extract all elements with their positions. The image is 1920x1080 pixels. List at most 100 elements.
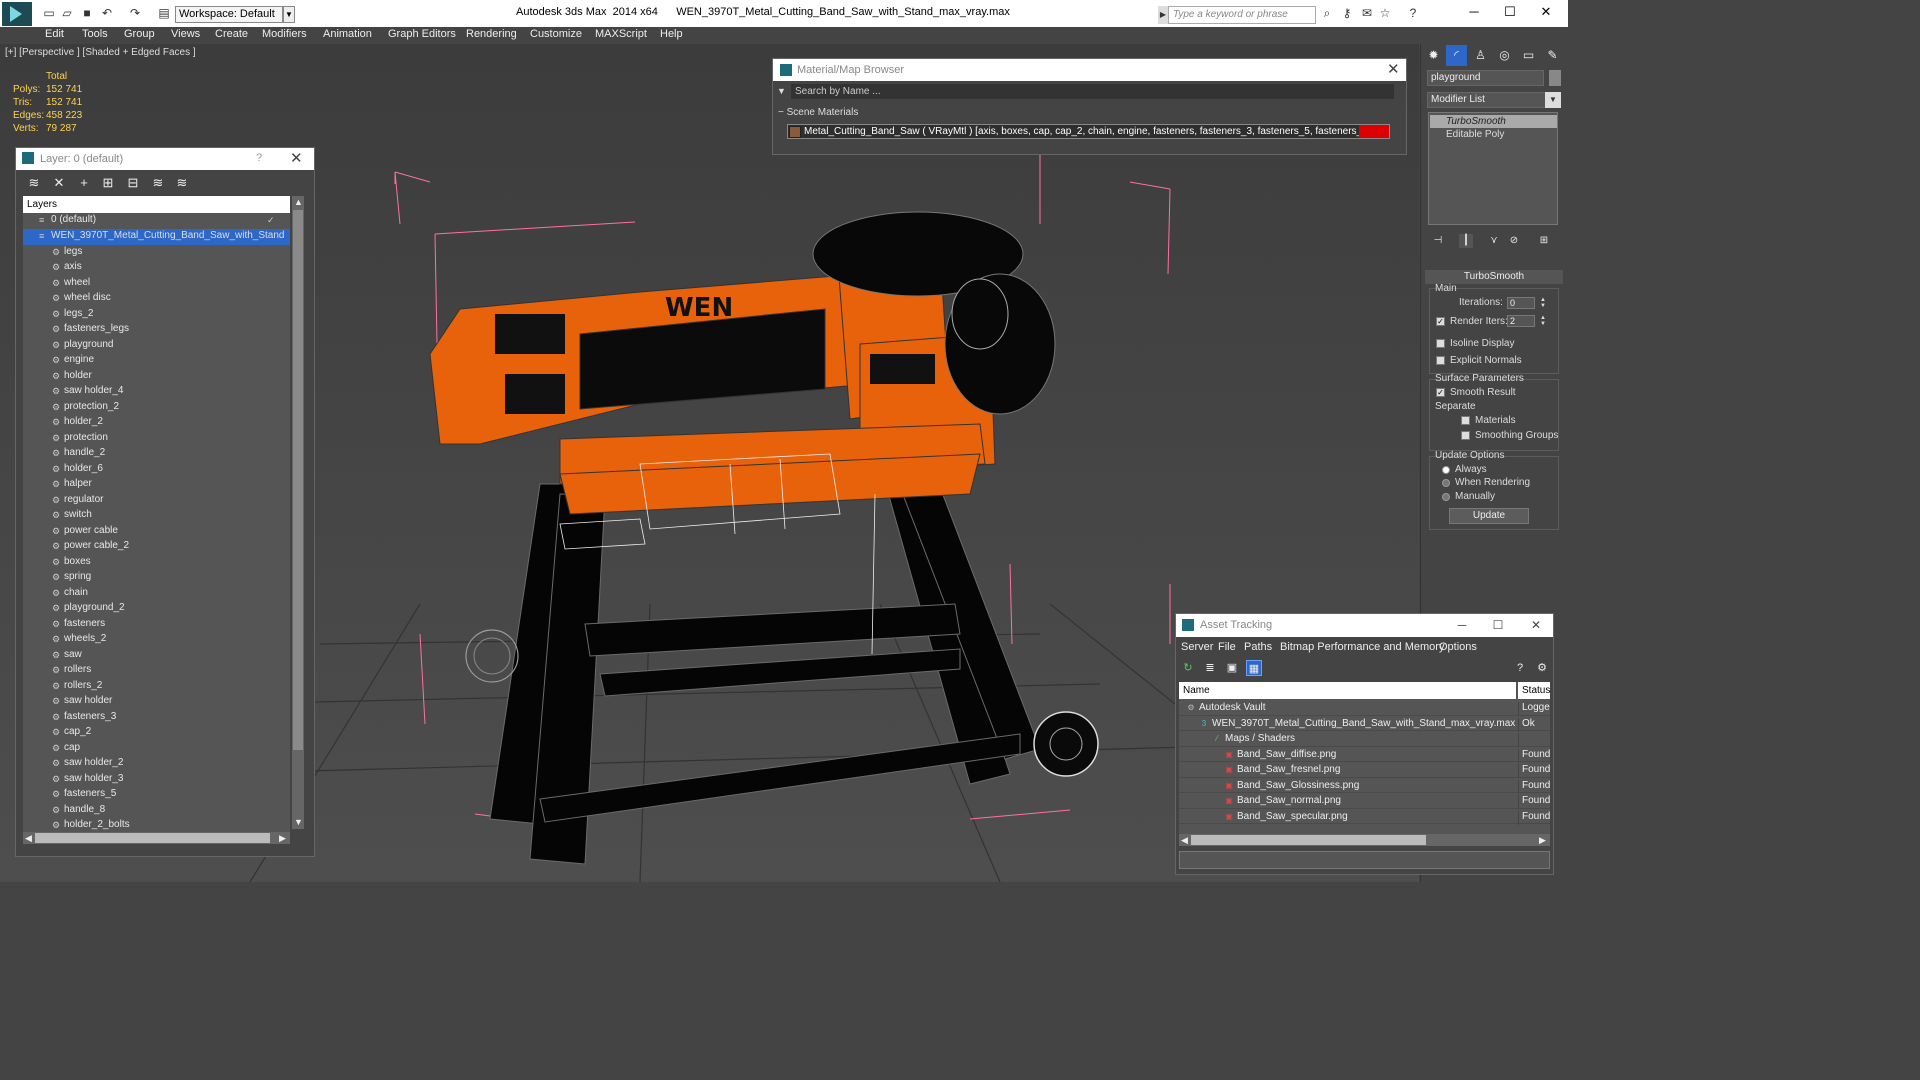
minimize-icon[interactable]: ─	[1454, 617, 1470, 633]
object-item[interactable]: ⚙ saw holder_4	[23, 384, 290, 400]
object-item[interactable]: ⚙ wheels_2	[23, 632, 290, 648]
list-view-icon[interactable]: ≣	[1202, 660, 1218, 676]
scroll-thumb[interactable]	[1191, 835, 1426, 845]
layer-item-default[interactable]: ≡ 0 (default) ✓	[23, 213, 290, 229]
scroll-left-icon[interactable]: ◀	[1181, 835, 1188, 846]
asset-tracking-titlebar[interactable]: Asset Tracking ─ ☐ ✕	[1176, 614, 1553, 637]
new-layer-icon[interactable]: +	[76, 175, 92, 191]
create-tab-icon[interactable]: ✹	[1423, 45, 1444, 66]
maximize-icon[interactable]: ☐	[1490, 617, 1506, 633]
smooth-result-checkbox[interactable]: ✓	[1436, 388, 1445, 397]
scroll-up-icon[interactable]: ▲	[294, 197, 303, 207]
favorites-star-icon[interactable]: ☆	[1378, 6, 1392, 20]
menu-server[interactable]: Server	[1181, 641, 1213, 653]
stack-item-editable-poly[interactable]: Editable Poly	[1430, 128, 1557, 141]
current-layer-check-icon[interactable]: ✓	[267, 216, 276, 225]
binoculars-icon[interactable]: ⌕	[1320, 6, 1334, 20]
update-button[interactable]: Update	[1449, 508, 1529, 524]
object-item[interactable]: ⚙ holder_6	[23, 462, 290, 478]
undo-icon[interactable]: ↶	[100, 6, 114, 20]
table-view-icon[interactable]: ▦	[1246, 660, 1262, 676]
asset-row[interactable]: ▣ Band_Saw_specular.png Found	[1179, 809, 1550, 825]
render-iters-checkbox[interactable]: ✓	[1436, 317, 1445, 326]
object-item[interactable]: ⚙ switch	[23, 508, 290, 524]
object-item[interactable]: ⚙ boxes	[23, 555, 290, 571]
scroll-thumb[interactable]	[293, 210, 303, 750]
menu-tools[interactable]: Tools	[82, 28, 108, 40]
menu-graph-editors[interactable]: Graph Editors	[388, 28, 456, 40]
layer-dialog-titlebar[interactable]: Layer: 0 (default) ? ✕	[16, 148, 314, 170]
spinner-arrows-icon[interactable]: ▲ ▼	[1539, 297, 1547, 309]
render-iters-spinner[interactable]: 2	[1507, 315, 1535, 327]
object-item[interactable]: ⚙ regulator	[23, 493, 290, 509]
menu-edit[interactable]: Edit	[45, 28, 64, 40]
object-item[interactable]: ⚙ holder_2	[23, 415, 290, 431]
collapse-icon[interactable]: −	[778, 107, 784, 118]
app-logo-icon[interactable]	[2, 2, 32, 26]
subscription-icon[interactable]: ⚷	[1340, 6, 1354, 20]
asset-row[interactable]: ⁄ Maps / Shaders	[1179, 731, 1550, 747]
help-icon[interactable]: ?	[256, 152, 262, 164]
asset-row[interactable]: ⚙ Autodesk Vault Logged	[1179, 700, 1550, 716]
isoline-display-checkbox[interactable]	[1436, 339, 1445, 348]
material-item[interactable]: Metal_Cutting_Band_Saw ( VRayMtl ) [axis…	[787, 124, 1390, 139]
menu-views[interactable]: Views	[171, 28, 200, 40]
update-always-radio[interactable]	[1442, 466, 1450, 474]
close-icon[interactable]: ✕	[1536, 3, 1556, 21]
object-item[interactable]: ⚙ rollers	[23, 663, 290, 679]
object-item[interactable]: ⚙ saw holder_3	[23, 772, 290, 788]
object-item[interactable]: ⚙ saw holder	[23, 694, 290, 710]
asset-row[interactable]: ▣ Band_Saw_fresnel.png Found	[1179, 762, 1550, 778]
modify-tab-icon[interactable]: ◜	[1446, 45, 1467, 66]
object-item[interactable]: ⚙ engine	[23, 353, 290, 369]
layers-column-header[interactable]: Layers	[23, 196, 290, 213]
iterations-spinner[interactable]: 0	[1507, 297, 1535, 309]
search-input[interactable]: Search by Name ...	[791, 84, 1394, 99]
status-column-header[interactable]: Status	[1518, 682, 1550, 699]
object-item[interactable]: ⚙ axis	[23, 260, 290, 276]
stack-item-turbosmooth[interactable]: TurboSmooth	[1430, 115, 1557, 128]
object-item[interactable]: ⚙ playground_2	[23, 601, 290, 617]
maximize-icon[interactable]: ☐	[1500, 3, 1520, 21]
asset-row[interactable]: 3 WEN_3970T_Metal_Cutting_Band_Saw_with_S…	[1179, 716, 1550, 732]
object-item[interactable]: ⚙ fasteners_legs	[23, 322, 290, 338]
menu-customize[interactable]: Customize	[530, 28, 582, 40]
refresh-icon[interactable]: ↻	[1180, 660, 1196, 676]
remove-modifier-icon[interactable]: ⊘	[1507, 234, 1521, 248]
separate-smoothing-groups-checkbox[interactable]	[1461, 431, 1470, 440]
scroll-right-icon[interactable]: ▶	[279, 833, 286, 844]
asset-horizontal-scrollbar[interactable]: ◀ ▶	[1179, 834, 1550, 846]
workspace-dropdown[interactable]: Workspace: Default	[175, 6, 283, 23]
layer-horizontal-scrollbar[interactable]: ◀ ▶	[23, 832, 290, 844]
new-file-icon[interactable]: ▭	[42, 6, 56, 20]
scroll-right-icon[interactable]: ▶	[1539, 835, 1546, 846]
scroll-thumb[interactable]	[35, 833, 270, 843]
chevron-down-icon[interactable]: ▼	[283, 6, 295, 23]
scene-materials-group[interactable]: − Scene Materials	[778, 107, 1396, 121]
spinner-arrows-icon[interactable]: ▲ ▼	[1539, 315, 1547, 327]
help-icon[interactable]: ?	[1512, 660, 1528, 676]
asset-row[interactable]: ▣ Band_Saw_normal.png Found	[1179, 793, 1550, 809]
layer-item-selected[interactable]: ≡ WEN_3970T_Metal_Cutting_Band_Saw_with_S…	[23, 229, 290, 245]
menu-options[interactable]: Options	[1439, 641, 1477, 653]
object-item[interactable]: ⚙ power cable	[23, 524, 290, 540]
object-item[interactable]: ⚙ fasteners	[23, 617, 290, 633]
add-to-layer-icon[interactable]: ⊞	[100, 175, 116, 191]
update-manually-radio[interactable]	[1442, 493, 1450, 501]
display-tab-icon[interactable]: ▭	[1518, 45, 1539, 66]
object-item[interactable]: ⚙ chain	[23, 586, 290, 602]
turbosmooth-rollout-header[interactable]: TurboSmooth	[1425, 270, 1563, 284]
menu-group[interactable]: Group	[124, 28, 155, 40]
object-item[interactable]: ⚙ power cable_2	[23, 539, 290, 555]
object-item[interactable]: ⚙ wheel	[23, 276, 290, 292]
thumbnail-view-icon[interactable]: ▣	[1224, 660, 1240, 676]
object-item[interactable]: ⚙ cap	[23, 741, 290, 757]
project-folder-icon[interactable]: ▤	[157, 6, 171, 20]
close-icon[interactable]: ✕	[290, 149, 303, 167]
hide-all-icon[interactable]: ≋	[174, 175, 190, 191]
object-item[interactable]: ⚙ legs	[23, 245, 290, 261]
scroll-left-icon[interactable]: ◀	[25, 833, 32, 844]
make-unique-icon[interactable]: ⋎	[1487, 234, 1501, 248]
minimize-icon[interactable]: ─	[1464, 3, 1484, 21]
search-expand-icon[interactable]: ▶	[1158, 6, 1168, 24]
